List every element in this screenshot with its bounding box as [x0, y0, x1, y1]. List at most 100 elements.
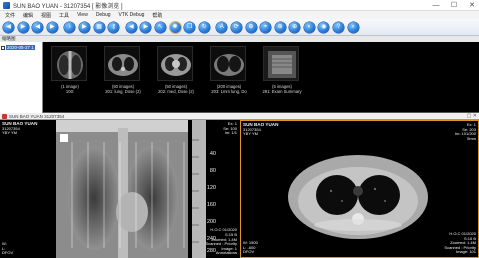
help-button[interactable]: ?	[333, 21, 345, 33]
series-preview-image	[157, 46, 193, 81]
measure-icon: ⌖	[263, 24, 268, 30]
camera-button[interactable]: ◉	[318, 21, 330, 33]
xray-image	[0, 120, 239, 258]
series-thumbnail[interactable]: (200 images) 203: 1mm lung, Do	[203, 46, 255, 102]
overlay-top-right: Ex: 1 Se: 100 Im: 1/1	[223, 121, 237, 136]
rotate-button[interactable]: ↻	[198, 21, 210, 33]
ruler-label: 160	[206, 202, 216, 208]
viewport-right[interactable]: SUN BAO YUAN 31207354 YBY YM Ex: 1 Se: 2…	[240, 120, 479, 258]
measure-button[interactable]: ⌖	[260, 21, 272, 33]
zoom-button[interactable]: ⊕	[274, 21, 286, 33]
window-controls: — ☐ ✕	[431, 0, 477, 11]
search-button[interactable]: ⌕	[347, 21, 359, 33]
menu-vtk-debug[interactable]: VTK Debug	[119, 12, 145, 18]
overlay-bottom-left: W: 1500 L: -600 DFOV	[243, 241, 258, 255]
arrow-right-icon: ▶	[143, 24, 149, 30]
overlay-top-right: Ex: 1 Se: 203 Im: 101/200 5mm	[455, 122, 476, 141]
camera-icon: ◉	[321, 24, 327, 30]
ruler-label: 80	[209, 168, 216, 174]
search-icon: ⌕	[351, 24, 355, 30]
image-index: Image: 101	[455, 249, 476, 255]
arrow-right-button[interactable]: ▶	[17, 21, 29, 33]
arrow-left-button[interactable]: ◀	[125, 21, 137, 33]
patient-icon	[2, 114, 7, 119]
series-thumbnail[interactable]: (5 images) 291: Exam Summary	[256, 46, 308, 102]
viewer-header: SUN BAO YUAN 31207354 ▢ ✕	[0, 113, 479, 120]
menu-view-cn[interactable]: 视图	[41, 12, 51, 19]
arrow-right-icon: ▶	[20, 24, 26, 30]
dfov: DFOV	[2, 250, 14, 256]
ct-image	[241, 121, 478, 257]
arrow-right-button[interactable]: ▶	[78, 21, 90, 33]
menu-edit[interactable]: 编辑	[23, 12, 33, 19]
refresh-icon: ⟳	[233, 24, 239, 30]
title-bar: SUN BAO YUAN - 31207354 [ 影像浏览 ] — ☐ ✕	[0, 0, 479, 11]
ruler-label: 200	[206, 219, 216, 225]
viewport-left[interactable]: 40 80 120 160 200 240 280 SUN BAO YUAN 3…	[0, 120, 239, 258]
series-preview-image	[51, 46, 87, 81]
copy-icon: ❐	[186, 24, 193, 30]
viewer-title: SUN BAO YUAN 31207354	[9, 114, 65, 119]
series-label: 291: Exam Summary	[262, 89, 302, 94]
viewer-controls[interactable]: ▢ ✕	[467, 113, 477, 120]
layout-icon: ▦	[96, 24, 102, 30]
ruler-label: 120	[206, 185, 216, 191]
image-number: Im: 1/1	[224, 130, 237, 136]
app-logo-icon	[3, 1, 10, 9]
menu-view[interactable]: View	[77, 12, 88, 18]
arrow-right-button[interactable]: ▶	[46, 21, 58, 33]
toolbar: ◀ ▶ ◀ ▶ i ▶ ▦ ⚷ ◀ ▶ ↖ ✺ ❐ ↻ A ⟳ ⊕ ⌖ ⊕ ⊕ ◐ ◉? ⌕	[0, 19, 479, 36]
series-label: 202: med, Dose (2)	[158, 89, 194, 94]
series-preview-image	[263, 46, 299, 81]
series-preview-image	[104, 46, 140, 81]
arrow-left-icon: ◀	[128, 24, 134, 30]
arrow-left-button[interactable]: ◀	[3, 21, 14, 33]
minimize-button[interactable]: —	[431, 0, 441, 11]
series-label: 201: lung, Dose (2)	[105, 89, 141, 94]
thumbnail-strip: (1 image) 100: (50 images) 201: lung, Do…	[44, 42, 479, 113]
study-item[interactable]: 2020-05-27 1	[1, 44, 41, 51]
menu-bar: 文件 编辑 视图 工具 View Debug VTK Debug 帮助	[0, 11, 479, 19]
app-window: SUN BAO YUAN - 31207354 [ 影像浏览 ] — ☐ ✕ 文…	[0, 0, 479, 258]
arrow-left-button[interactable]: ◀	[32, 21, 44, 33]
menu-file[interactable]: 文件	[5, 12, 15, 19]
study-checkbox[interactable]	[1, 45, 5, 50]
close-button[interactable]: ✕	[467, 0, 477, 11]
zoom-icon: ⊕	[248, 24, 254, 30]
refresh-button[interactable]: ⟳	[230, 21, 242, 33]
key-button[interactable]: ⚷	[108, 21, 120, 33]
menu-debug[interactable]: Debug	[96, 12, 111, 18]
text-a-icon: A	[219, 24, 224, 30]
zoom-button[interactable]: ⊕	[245, 21, 257, 33]
zoom-button[interactable]: ⊕	[289, 21, 301, 33]
overlay-bottom-right: H.O.C 01/2020 S:15 B Zoomed: 1.4M Scanne…	[205, 228, 237, 256]
overlay-top-left: SUN BAO YUAN 31207354 YBY YM	[2, 121, 37, 136]
rotate-icon: ↻	[201, 24, 207, 30]
study-date: 2020-05-27 1	[6, 45, 35, 50]
series-preview-image	[210, 46, 246, 81]
help-icon: ?	[336, 24, 341, 30]
settings-button[interactable]: ✺	[169, 21, 181, 33]
contrast-icon: ◐	[307, 24, 312, 30]
maximize-button[interactable]: ☐	[449, 0, 459, 11]
arrow-right-button[interactable]: ▶	[140, 21, 152, 33]
copy-button[interactable]: ❐	[184, 21, 196, 33]
patient-info: YBY YM	[243, 131, 258, 137]
contrast-button[interactable]: ◐	[303, 21, 315, 33]
info-button[interactable]: i	[64, 21, 76, 33]
key-icon: ⚷	[111, 24, 116, 30]
menu-tools[interactable]: 工具	[59, 12, 69, 19]
pointer-button[interactable]: ↖	[154, 21, 166, 33]
series-thumbnail[interactable]: (50 images) 201: lung, Dose (2)	[97, 46, 149, 102]
series-thumbnail[interactable]: (50 images) 202: med, Dose (2)	[150, 46, 202, 102]
menu-help[interactable]: 帮助	[152, 12, 162, 19]
patient-info: YBY YM	[2, 130, 17, 136]
layout-button[interactable]: ▦	[93, 21, 105, 33]
overlay-top-left: SUN BAO YUAN 31207354 YBY YM	[243, 122, 278, 137]
text-a-button[interactable]: A	[216, 21, 228, 33]
arrow-left-icon: ◀	[6, 24, 11, 30]
window-title: SUN BAO YUAN - 31207354 [ 影像浏览 ]	[13, 3, 123, 10]
overlay-bottom-right: H.O.C 01/2020 S:15 B Zoomed: 1.4M Scanne…	[444, 231, 476, 255]
series-thumbnail[interactable]: (1 image) 100:	[44, 46, 96, 102]
dfov: DFOV	[243, 249, 255, 255]
